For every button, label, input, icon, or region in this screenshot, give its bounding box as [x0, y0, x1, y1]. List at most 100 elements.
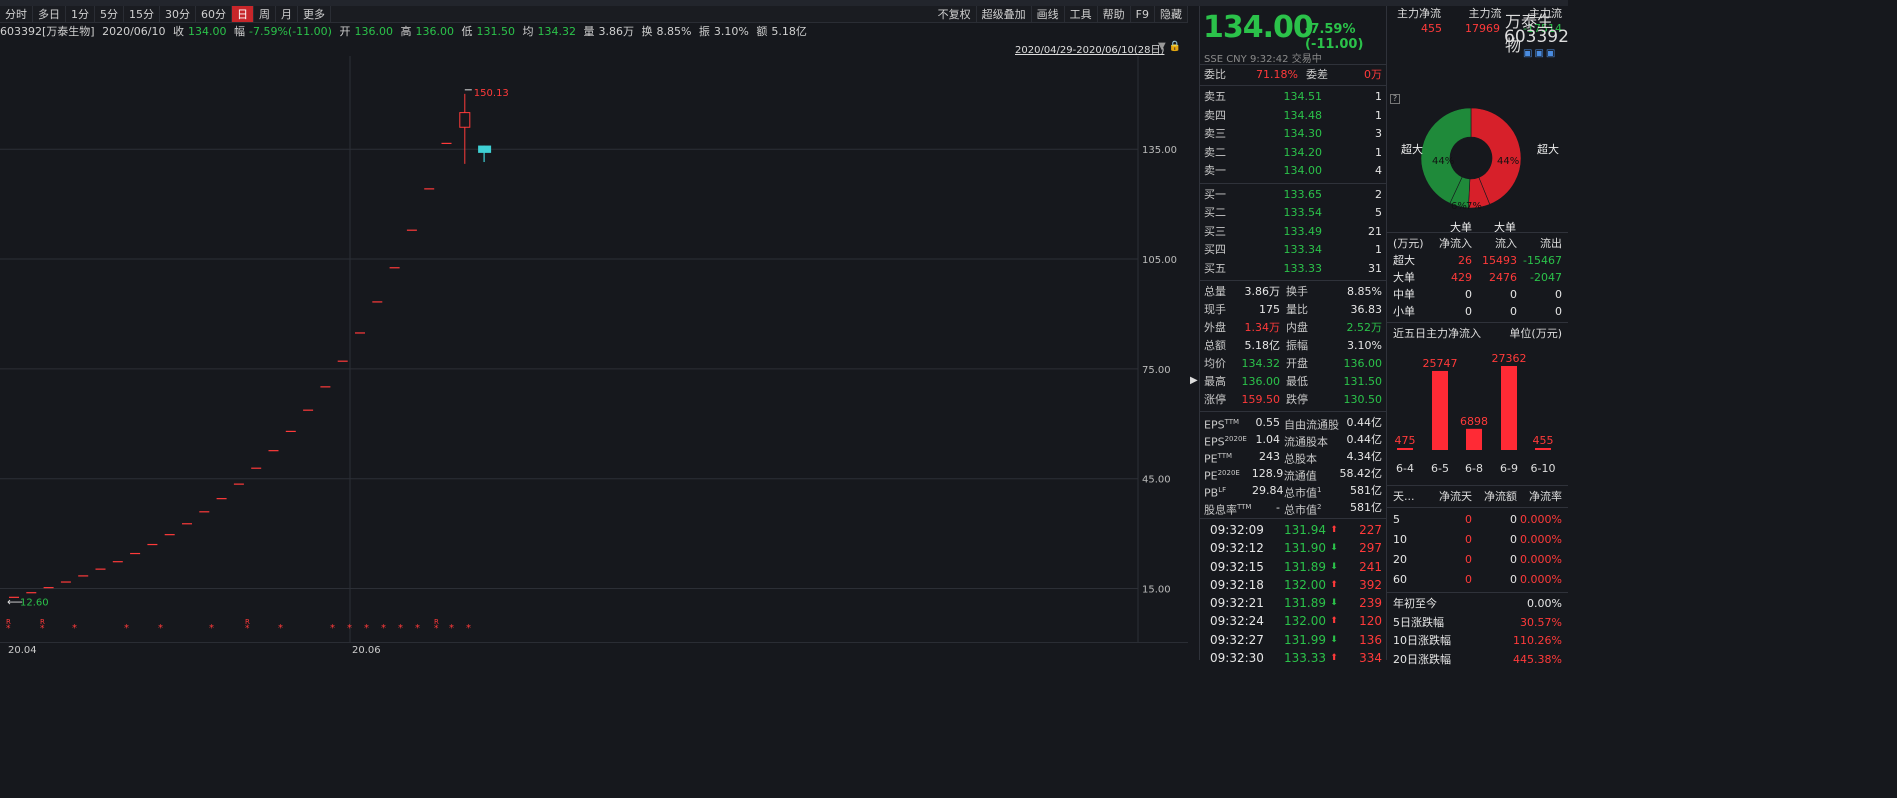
tick-row: 09:32:12 131.90 ⬇ 297	[1200, 539, 1386, 557]
help-button[interactable]: 帮助	[1098, 6, 1131, 22]
period-tab-60min[interactable]: 60分	[196, 6, 232, 22]
period-tab-5min[interactable]: 5分	[95, 6, 124, 22]
period-tab-fenshi[interactable]: 分时	[0, 6, 33, 22]
y-tick-label: 135.00	[1142, 145, 1177, 156]
up-arrow-icon: ⬆	[1330, 579, 1338, 590]
stock-code-label: 603392[万泰生物]	[0, 25, 95, 38]
period-tab-15min[interactable]: 15分	[124, 6, 160, 22]
pie-pct-large-in: 7%	[1466, 201, 1482, 212]
ask-row[interactable]: 卖五 134.51 1	[1200, 88, 1386, 107]
tools-button[interactable]: 工具	[1065, 6, 1098, 22]
candle[interactable]	[459, 112, 471, 128]
avg-value: 134.32	[537, 25, 576, 38]
tick-row: 09:32:18 132.00 ⬆ 392	[1200, 576, 1386, 594]
five-day-bar	[1466, 428, 1482, 450]
star-marker: *	[364, 623, 369, 634]
period-tab-day[interactable]: 日	[232, 6, 254, 22]
y-tick-label: 75.00	[1142, 365, 1171, 376]
perf-row: 年初至今 0.00%	[1393, 597, 1562, 610]
five-day-date: 6-4	[1396, 462, 1414, 475]
amplitude-value: 3.10%	[713, 25, 749, 38]
y-tick-label: 105.00	[1142, 255, 1177, 266]
star-marker: *	[72, 623, 77, 634]
bid-row[interactable]: 买二 133.54 5	[1200, 204, 1386, 223]
stats-grid: 总量 3.86万 换手 8.85% 现手 175 量比 36.83 外盘 1.34万 内盘 2.52万…	[1200, 283, 1386, 409]
candle[interactable]	[478, 145, 492, 153]
tick-row: 09:32:15 131.89 ⬇ 241	[1200, 558, 1386, 576]
no-adjust-button[interactable]: 不复权	[933, 6, 977, 22]
draw-line-button[interactable]: 画线	[1032, 6, 1065, 22]
tick-list[interactable]: 09:32:09 131.94 ⬆ 227 09:32:12 131.90 ⬇ 297 09:3…	[1200, 521, 1386, 667]
candlestick-chart[interactable]: 135.00105.0075.0045.0015.00150.13⟵12.60R…	[0, 56, 1188, 642]
price-change: -7.59% (-11.00)	[1305, 22, 1364, 52]
period-tab-multiday[interactable]: 多日	[33, 6, 66, 22]
period-tab-month[interactable]: 月	[276, 6, 298, 22]
stats-row: 外盘 1.34万 内盘 2.52万	[1204, 321, 1382, 334]
bid-row[interactable]: 买四 133.34 1	[1200, 241, 1386, 260]
day-row: 10 0 0 0.000%	[1393, 533, 1562, 546]
f9-button[interactable]: F9	[1131, 6, 1155, 22]
stats-row: 均价 134.32 开盘 136.00	[1204, 357, 1382, 370]
money-flow-panel: 主力净流 主力流 主力流 455 17969 -17514 ? 44% 44% 6%…	[1386, 6, 1568, 666]
x-axis: 20.04 20.06	[0, 642, 1188, 660]
period-tab-week[interactable]: 周	[254, 6, 276, 22]
ohlc-info-bar: 603392[万泰生物] 2020/06/10 收 134.00 幅 -7.59%(…	[0, 25, 807, 38]
tick-row: 09:32:21 131.89 ⬇ 239	[1200, 594, 1386, 612]
pie-label-super-right: 超大	[1537, 142, 1559, 156]
period-tab-1min[interactable]: 1分	[66, 6, 95, 22]
day-row: 20 0 0 0.000%	[1393, 553, 1562, 566]
five-day-bar-chart: 475 6-4 25747 6-5 6898 6-8 27362 6-9 455 6-10	[1395, 352, 1556, 475]
star-marker: *	[209, 623, 214, 634]
quote-panel: 134.00 -7.59% (-11.00) SSE CNY 9:32:42 交…	[1200, 6, 1386, 665]
ask-book: 卖五 134.51 1 卖四 134.48 1 卖三 134.30 3 卖二 134.20 1 卖一 13…	[1200, 88, 1386, 181]
bid-row[interactable]: 买五 133.33 31	[1200, 260, 1386, 279]
period-tab-30min[interactable]: 30分	[160, 6, 196, 22]
date-label: 2020/06/10	[102, 25, 166, 38]
day-row: 60 0 0 0.000%	[1393, 573, 1562, 586]
pie-label-super-left: 超大	[1401, 142, 1423, 156]
range-dropdown-icon[interactable]: ▼ 🔒	[1158, 41, 1181, 52]
hide-button[interactable]: 隐藏	[1155, 6, 1188, 22]
bid-book: 买一 133.65 2 买二 133.54 5 买三 133.49 21 买四 133.34 1 买五 1…	[1200, 186, 1386, 279]
turnover-value: 8.85%	[656, 25, 692, 38]
net-flow-days-table: 5 0 0 0.000% 10 0 0 0.000% 20 0 0 0.000% 60 0 0 0.000%	[1387, 510, 1568, 590]
close-value: 134.00	[187, 25, 227, 38]
change-value: -7.59%(-11.00)	[248, 25, 332, 38]
flow-row: 中单 0 0 0	[1393, 288, 1562, 301]
stock-code: 603392	[1504, 27, 1569, 47]
panel-tool-icons[interactable]: ▣▣▣	[1523, 48, 1557, 59]
star-marker: *	[381, 623, 386, 634]
stats-row: 总量 3.86万 换手 8.85%	[1204, 285, 1382, 298]
lock-icon[interactable]: 🔒	[1169, 41, 1181, 52]
ask-row[interactable]: 卖四 134.48 1	[1200, 107, 1386, 126]
stats-row: 总额 5.18亿 振幅 3.10%	[1204, 339, 1382, 352]
tick-row: 09:32:24 132.00 ⬆ 120	[1200, 612, 1386, 630]
down-arrow-icon: ⬇	[1330, 561, 1338, 572]
bid-row[interactable]: 买一 133.65 2	[1200, 186, 1386, 205]
fundamental-row: 股息率TTM - 总市值2 581亿	[1204, 501, 1382, 517]
star-marker: *	[6, 624, 11, 634]
open-value: 136.00	[354, 25, 393, 38]
five-day-value: 27362	[1492, 352, 1527, 365]
star-marker: *	[466, 623, 471, 634]
ask-row[interactable]: 卖一 134.00 4	[1200, 162, 1386, 181]
period-tab-more[interactable]: 更多	[298, 6, 331, 22]
star-marker: *	[398, 623, 403, 634]
stats-row: 现手 175 量比 36.83	[1204, 303, 1382, 316]
five-day-value: 455	[1533, 434, 1554, 447]
help-icon[interactable]: ?	[1390, 94, 1400, 104]
overlay-button[interactable]: 超级叠加	[977, 6, 1032, 22]
collapse-panel-arrow-icon[interactable]: ▶	[1190, 375, 1198, 386]
fundamentals-grid: EPSTTM 0.55 自由流通股 0.44亿 EPS2020E 1.04 流通股本 0.44…	[1200, 414, 1386, 517]
ask-row[interactable]: 卖二 134.20 1	[1200, 144, 1386, 163]
bid-row[interactable]: 买三 133.49 21	[1200, 223, 1386, 242]
fundamental-row: PETTM 243 总股本 4.34亿	[1204, 450, 1382, 466]
fundamental-row: PE2020E 128.9 流通值 58.42亿	[1204, 467, 1382, 483]
up-arrow-icon: ⬆	[1330, 525, 1338, 535]
star-marker: *	[330, 623, 335, 634]
five-day-bar	[1501, 366, 1517, 450]
date-range-link[interactable]: 2020/04/29-2020/06/10(28日)	[1015, 41, 1164, 56]
five-day-title: 近五日主力净流入	[1393, 327, 1481, 340]
ask-row[interactable]: 卖三 134.30 3	[1200, 125, 1386, 144]
fundamental-row: EPSTTM 0.55 自由流通股 0.44亿	[1204, 416, 1382, 432]
